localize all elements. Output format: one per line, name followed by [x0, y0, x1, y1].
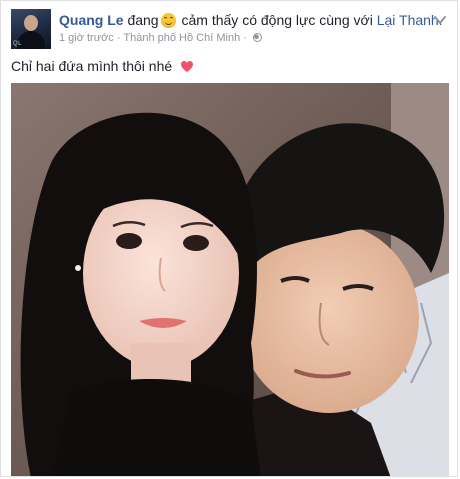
post-header: QL Quang Le đang cảm thấy có động lực cù… — [11, 9, 447, 49]
location-link[interactable]: Thành phố Hồ Chí Minh — [123, 32, 240, 44]
heart-icon — [181, 61, 194, 72]
globe-icon[interactable] — [253, 33, 262, 42]
post-message-text: Chỉ hai đứa mình thôi nhé — [11, 58, 173, 74]
feeling-text: cảm thấy có động lực cùng với — [181, 12, 373, 28]
meta-separator: · — [116, 32, 121, 44]
post-photo[interactable] — [11, 83, 449, 476]
author-name-link[interactable]: Quang Le — [59, 12, 124, 28]
meta-separator-2: · — [243, 32, 247, 44]
feed-post: QL Quang Le đang cảm thấy có động lực cù… — [0, 0, 458, 477]
post-headline: Quang Le đang cảm thấy có động lực cùng … — [59, 11, 443, 29]
timestamp-link[interactable]: 1 giờ trước — [59, 32, 114, 44]
avatar-watermark: QL — [13, 41, 23, 47]
author-avatar[interactable]: QL — [11, 9, 51, 49]
post-message: Chỉ hai đứa mình thôi nhé — [11, 57, 194, 75]
selfie-photo-image — [11, 83, 449, 476]
chevron-down-icon[interactable] — [433, 13, 447, 27]
avatar-head — [24, 15, 38, 31]
smiley-emoji-icon — [160, 13, 176, 28]
post-meta: 1 giờ trước · Thành phố Hồ Chí Minh · — [59, 31, 262, 45]
verb-text: đang — [127, 12, 159, 28]
